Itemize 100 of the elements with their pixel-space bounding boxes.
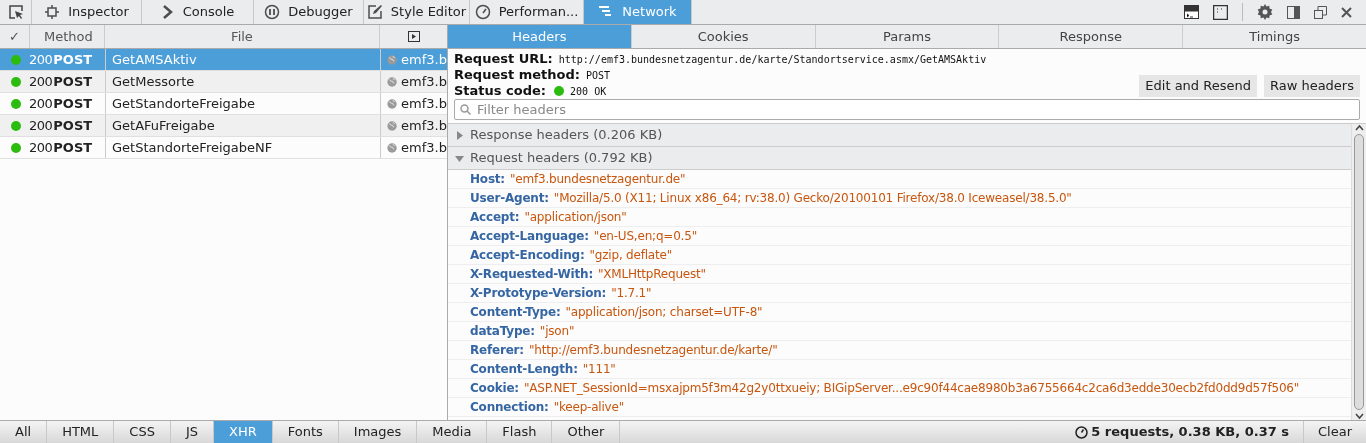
header-value: "XMLHttpRequest" xyxy=(598,266,706,283)
globe-icon xyxy=(387,74,398,89)
devtools-tab[interactable]: Debugger xyxy=(254,0,364,24)
request-row[interactable]: 200POST GetAFuFreigabe emf3.b xyxy=(0,115,447,137)
header-value: "http://emf3.bundesnetzagentur.de/karte/" xyxy=(528,342,778,359)
header-action-button[interactable]: Raw headers xyxy=(1263,75,1360,97)
status-code: 200 xyxy=(29,94,53,113)
header-value: "emf3.bundesnetzagentur.de" xyxy=(509,171,686,188)
summary-value: 200 OK xyxy=(570,84,607,99)
scroll-up-icon[interactable] xyxy=(1354,124,1364,132)
header-value: "1.7.1" xyxy=(611,285,652,302)
domain-name: emf3.b xyxy=(401,94,447,113)
detail-tab[interactable]: Timings xyxy=(1182,25,1366,48)
column-header[interactable]: File xyxy=(105,25,380,48)
method-label: POST xyxy=(53,50,93,69)
globe-icon xyxy=(387,118,398,133)
header-name: X-Requested-With: xyxy=(470,266,593,283)
globe-icon xyxy=(387,52,398,67)
status-code: 200 xyxy=(29,138,53,157)
header-name: User-Agent: xyxy=(470,190,549,207)
header-name: Accept-Language: xyxy=(470,228,589,245)
method-label: POST xyxy=(53,116,93,135)
stopwatch-icon xyxy=(1075,425,1089,439)
header-value: "ASP.NET_SessionId=msxajpm5f3m42g2y0ttxueiy; BIGipServer...e9c90f44cae8980b3a6755664c2ca6d3edde30ecb2fd0dd9d57f506" xyxy=(523,380,1300,397)
header-value: "json" xyxy=(539,323,575,340)
crosshair-square-icon xyxy=(44,4,61,20)
close-icon[interactable] xyxy=(1341,6,1352,18)
status-code: 200 xyxy=(29,72,53,91)
domain-name: emf3.b xyxy=(401,72,447,91)
filter-button[interactable]: Flash xyxy=(487,421,553,443)
clear-button[interactable]: Clear xyxy=(1303,421,1366,443)
request-row[interactable]: 200POST GetStandorteFreigabeNF emf3.b xyxy=(0,137,447,159)
header-value: "111" xyxy=(582,361,616,378)
header-value: "en-US,en;q=0.5" xyxy=(593,228,697,245)
header-name: X-Prototype-Version: xyxy=(470,285,607,302)
header-value: "Mozilla/5.0 (X11; Linux x86_64; rv:38.0) Gecko/20100101 Firefox/38.0 Iceweasel/38.5.0" xyxy=(553,190,1072,207)
header-name: Connection: xyxy=(470,399,549,416)
header-name: Content-Length: xyxy=(470,361,578,378)
request-row[interactable]: 200POST GetMessorte emf3.b xyxy=(0,71,447,93)
caret-right-icon[interactable] xyxy=(455,130,464,140)
method-label: POST xyxy=(53,138,93,157)
file-name: GetStandorteFreigabe xyxy=(105,93,380,114)
scrollbar[interactable] xyxy=(1351,124,1366,420)
filter-button[interactable]: Images xyxy=(338,421,418,443)
filter-button[interactable]: Fonts xyxy=(272,421,339,443)
filter-button[interactable]: Media xyxy=(417,421,488,443)
window-copy-icon[interactable] xyxy=(1314,5,1327,19)
section-title[interactable]: Response headers (0.206 KB) xyxy=(470,125,663,145)
filter-headers-field[interactable]: Filter headers xyxy=(454,99,1360,120)
detail-tab[interactable]: Params xyxy=(814,25,999,48)
file-name: GetAMSAktiv xyxy=(105,49,380,70)
caret-down-icon[interactable] xyxy=(455,153,464,163)
header-action-button[interactable]: Edit and Resend xyxy=(1139,75,1257,97)
request-row[interactable]: 200POST GetStandorteFreigabe emf3.b xyxy=(0,93,447,115)
header-value: "keep-alive" xyxy=(553,399,624,416)
filter-button[interactable]: Other xyxy=(552,421,621,443)
header-value: "application/json; charset=UTF-8" xyxy=(565,304,763,321)
globe-icon xyxy=(387,96,398,111)
detail-tab[interactable]: Response xyxy=(998,25,1183,48)
scroll-down-icon[interactable] xyxy=(1354,412,1364,420)
devtools-tab[interactable]: Inspector xyxy=(32,0,142,24)
method-label: POST xyxy=(53,72,93,91)
header-name: Content-Type: xyxy=(470,304,561,321)
status-code: 200 xyxy=(29,116,53,135)
header-name: Host: xyxy=(470,171,505,188)
filter-button[interactable]: HTML xyxy=(47,421,115,443)
terminal-icon[interactable] xyxy=(1184,5,1199,19)
gauge-icon xyxy=(474,4,491,20)
header-name: Referer: xyxy=(470,342,524,359)
side-panel-icon[interactable] xyxy=(1287,5,1300,19)
summary-label: Request method: xyxy=(454,66,580,85)
domain-name: emf3.b xyxy=(401,116,447,135)
pencil-square-icon xyxy=(366,4,383,20)
status-code: 200 xyxy=(29,50,53,69)
header-name: Accept: xyxy=(470,209,520,226)
search-icon xyxy=(460,104,471,115)
pause-circle-icon xyxy=(264,4,281,20)
method-label: POST xyxy=(53,94,93,113)
header-value: "application/json" xyxy=(524,209,627,226)
filter-button[interactable]: All xyxy=(0,421,48,443)
panel-toggle-icon[interactable] xyxy=(407,31,420,42)
request-summary: 5 requests, 0.38 KB, 0.37 s xyxy=(1091,423,1289,442)
header-value: "gzip, deflate" xyxy=(589,247,673,264)
file-name: GetMessorte xyxy=(105,71,380,92)
filter-button[interactable]: CSS xyxy=(114,421,171,443)
globe-icon xyxy=(387,140,398,155)
devtools-tab[interactable]: Style Editor xyxy=(364,0,470,24)
header-name: dataType: xyxy=(470,323,535,340)
summary-label: Status code: xyxy=(454,82,547,101)
header-name: Accept-Encoding: xyxy=(470,247,585,264)
settings-icon[interactable] xyxy=(1257,4,1273,20)
scrollbar-thumb[interactable] xyxy=(1354,134,1364,410)
cursor-box-icon xyxy=(7,4,24,20)
column-header[interactable]: ✓ xyxy=(0,25,30,48)
devtools-tab[interactable]: Console xyxy=(142,0,254,24)
detail-tab[interactable]: Cookies xyxy=(630,25,815,48)
summary-value: POST xyxy=(585,68,611,83)
section-title[interactable]: Request headers (0.792 KB) xyxy=(470,148,653,168)
domain-name: emf3.b xyxy=(401,138,447,157)
column-header[interactable]: Method xyxy=(30,25,105,48)
